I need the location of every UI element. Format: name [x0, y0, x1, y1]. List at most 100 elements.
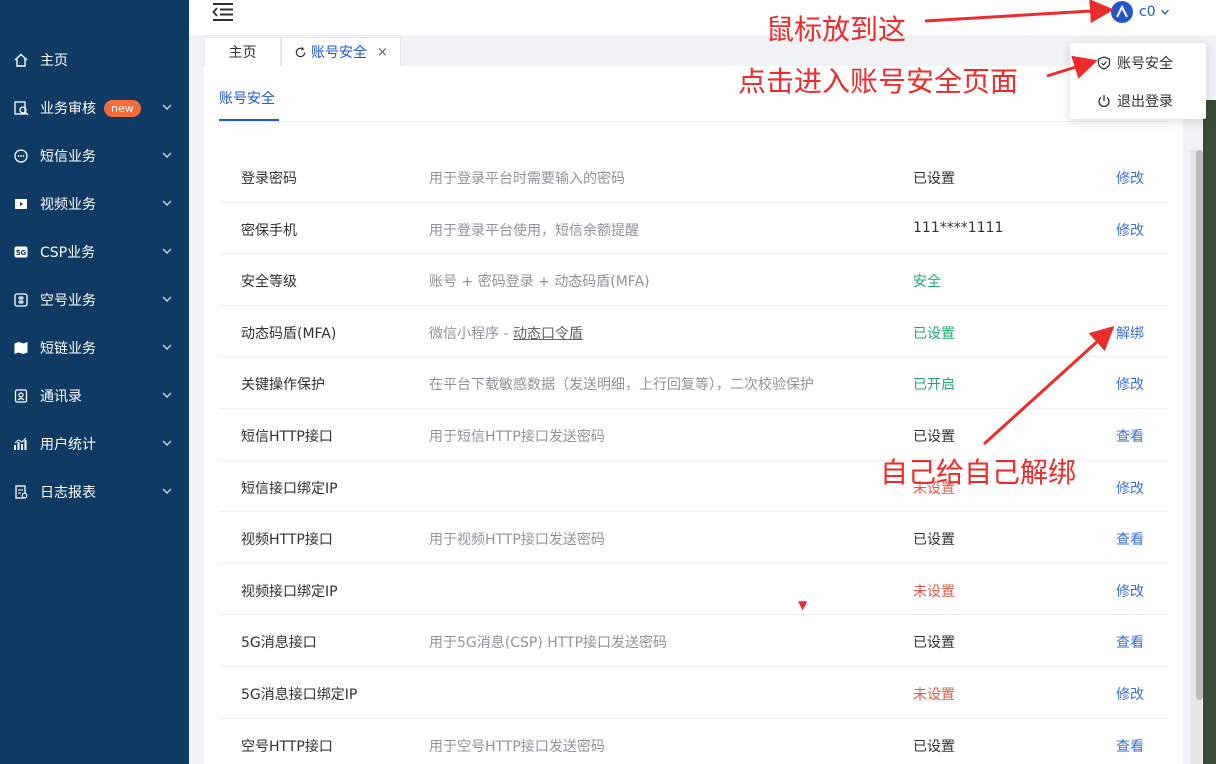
- chevron-down-icon: [162, 200, 172, 206]
- sidebar-item-log-report[interactable]: 日志报表: [0, 468, 189, 516]
- chevron-down-icon: [162, 392, 172, 398]
- svg-text:5G: 5G: [16, 249, 27, 257]
- chevron-down-icon: [162, 296, 172, 302]
- modify-protection-link[interactable]: 修改: [1116, 374, 1144, 394]
- setting-name: 空号HTTP接口: [241, 738, 333, 755]
- modify-5g-ip-link[interactable]: 修改: [1116, 684, 1144, 704]
- view-video-http-link[interactable]: 查看: [1116, 529, 1144, 549]
- tab-account-security[interactable]: 账号安全 ×: [281, 37, 401, 66]
- user-menu-trigger[interactable]: c0: [1111, 1, 1170, 23]
- setting-status: 已开启: [913, 377, 955, 394]
- refresh-icon[interactable]: [294, 46, 307, 59]
- sidebar-item-label: CSP业务: [40, 245, 96, 261]
- dropdown-item-account-security[interactable]: 账号安全: [1070, 45, 1206, 81]
- setting-name: 视频HTTP接口: [241, 532, 333, 549]
- view-empty-number-http-link[interactable]: 查看: [1116, 736, 1144, 756]
- tab-home[interactable]: 主页: [204, 37, 281, 66]
- modify-phone-link[interactable]: 修改: [1116, 220, 1144, 240]
- list-item: 5G消息接口绑定IP 未设置 修改: [219, 667, 1168, 719]
- description-text: 微信小程序 -: [429, 325, 513, 342]
- map-icon: [12, 339, 30, 357]
- sidebar-item-sms[interactable]: 短信业务: [0, 132, 189, 180]
- setting-name: 关键操作保护: [241, 377, 325, 394]
- unbind-mfa-link[interactable]: 解绑: [1116, 323, 1144, 343]
- dynamic-token-link[interactable]: 动态口令盾: [513, 326, 583, 342]
- power-icon: [1098, 95, 1110, 108]
- sidebar-item-shortlink[interactable]: 短链业务: [0, 324, 189, 372]
- menu-fold-icon[interactable]: [211, 2, 235, 22]
- username[interactable]: c0: [1139, 4, 1156, 20]
- sidebar-item-user-stats[interactable]: 用户统计: [0, 420, 189, 468]
- active-tab-underline: [219, 119, 279, 121]
- modify-video-ip-link[interactable]: 修改: [1116, 581, 1144, 601]
- sidebar-item-label: 用户统计: [40, 437, 96, 453]
- sidebar-item-empty-number[interactable]: 空号业务: [0, 276, 189, 324]
- setting-description: 用于5G消息(CSP) HTTP接口发送密码: [429, 635, 668, 652]
- modify-sms-ip-link[interactable]: 修改: [1116, 478, 1144, 498]
- contacts-icon: [12, 387, 30, 405]
- sidebar-item-contacts[interactable]: 通讯录: [0, 372, 189, 420]
- setting-description: 账号 + 密码登录 + 动态码盾(MFA): [429, 274, 650, 291]
- scrollbar-thumb[interactable]: [1196, 150, 1203, 700]
- list-item: 空号HTTP接口 用于空号HTTP接口发送密码 已设置 查看: [219, 719, 1168, 764]
- setting-description: 用于视频HTTP接口发送密码: [429, 532, 605, 549]
- setting-description: 用于登录平台时需要输入的密码: [429, 171, 625, 187]
- setting-status: 已设置: [913, 635, 955, 652]
- setting-status: 安全: [913, 274, 941, 291]
- setting-status: 已设置: [913, 428, 955, 445]
- avatar[interactable]: [1111, 1, 1133, 23]
- sidebar-item-csp[interactable]: 5G CSP业务: [0, 228, 189, 276]
- chevron-down-icon: [162, 344, 172, 350]
- sidebar-item-label: 空号业务: [40, 293, 96, 309]
- setting-name: 登录密码: [241, 171, 297, 187]
- sidebar-nav: 主页 业务审核 new 短信业务 视频业务 5G CSP业务 空号业务 短链业务…: [0, 36, 189, 516]
- sidebar-item-video[interactable]: 视频业务: [0, 180, 189, 228]
- sidebar-item-label: 通讯录: [40, 389, 82, 405]
- new-badge: new: [104, 99, 141, 117]
- modify-password-link[interactable]: 修改: [1116, 168, 1144, 188]
- setting-description: 用于空号HTTP接口发送密码: [429, 738, 605, 755]
- sidebar-item-audit[interactable]: 业务审核 new: [0, 84, 189, 132]
- list-item: 视频接口绑定IP 未设置 修改: [219, 564, 1168, 616]
- list-item: 登录密码 用于登录平台时需要输入的密码 已设置 修改: [219, 151, 1168, 203]
- divider: [219, 121, 1168, 122]
- annotation-hover-hint: 鼠标放到这: [766, 13, 907, 46]
- setting-name: 5G消息接口绑定IP: [241, 686, 358, 703]
- chevron-down-icon: [162, 248, 172, 254]
- chevron-down-icon: [162, 104, 172, 110]
- cursor-marker-icon: ▼: [798, 598, 808, 612]
- setting-name: 密保手机: [241, 222, 297, 239]
- sidebar-item-home[interactable]: 主页: [0, 36, 189, 84]
- setting-name: 短信接口绑定IP: [241, 480, 338, 497]
- account-security-card: 账号安全 登录密码 用于登录平台时需要输入的密码 已设置 修改 密保手机 用于登…: [204, 66, 1183, 764]
- setting-status: 已设置: [913, 325, 955, 342]
- view-sms-http-link[interactable]: 查看: [1116, 426, 1144, 446]
- sidebar-item-label: 短链业务: [40, 341, 96, 357]
- sidebar-item-label: 视频业务: [40, 197, 96, 213]
- chevron-down-icon: [162, 152, 172, 158]
- setting-name: 5G消息接口: [241, 635, 317, 652]
- setting-description: 在平台下载敏感数据（发送明细，上行回复等），二次校验保护: [429, 377, 814, 394]
- setting-name: 安全等级: [241, 274, 297, 291]
- shield-icon: [1097, 56, 1111, 70]
- close-icon[interactable]: ×: [377, 45, 388, 60]
- annotation-click-hint: 点击进入账号安全页面: [738, 65, 1019, 98]
- setting-status: 111****1111: [913, 219, 1004, 236]
- dropdown-item-logout[interactable]: 退出登录: [1070, 83, 1206, 119]
- sidebar-item-label: 业务审核: [40, 101, 96, 117]
- 5g-icon: 5G: [12, 243, 30, 261]
- list-item: 视频HTTP接口 用于视频HTTP接口发送密码 已设置 查看: [219, 512, 1168, 564]
- setting-status: 已设置: [913, 738, 955, 755]
- audit-icon: [12, 99, 30, 117]
- sidebar: 主页 业务审核 new 短信业务 视频业务 5G CSP业务 空号业务 短链业务…: [0, 0, 189, 764]
- annotation-unbind-hint: 自己给自己解绑: [880, 456, 1077, 489]
- list-item: 关键操作保护 在平台下载敏感数据（发送明细，上行回复等），二次校验保护 已开启 …: [219, 357, 1168, 409]
- sidebar-item-label: 主页: [40, 53, 68, 69]
- page-title[interactable]: 账号安全: [219, 88, 275, 108]
- setting-status: 未设置: [913, 583, 955, 600]
- home-icon: [12, 51, 30, 69]
- number-icon: [12, 291, 30, 309]
- view-5g-http-link[interactable]: 查看: [1116, 632, 1144, 652]
- dropdown-item-label: 账号安全: [1117, 56, 1173, 72]
- top-header: c0: [189, 0, 1216, 35]
